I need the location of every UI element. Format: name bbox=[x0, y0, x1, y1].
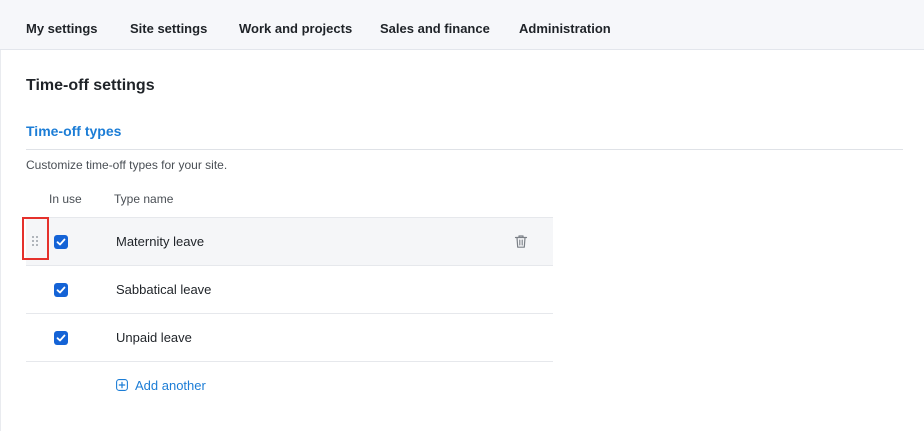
trash-icon[interactable] bbox=[514, 234, 528, 249]
left-border bbox=[0, 50, 1, 431]
nav-sales-and-finance[interactable]: Sales and finance bbox=[380, 0, 490, 50]
nav-my-settings[interactable]: My settings bbox=[26, 0, 98, 50]
section-title: Time-off types bbox=[26, 123, 122, 139]
add-another-label: Add another bbox=[135, 378, 206, 393]
drag-handle-highlight bbox=[22, 217, 49, 260]
type-name: Unpaid leave bbox=[116, 330, 192, 345]
page-title: Time-off settings bbox=[26, 77, 155, 94]
section-description: Customize time-off types for your site. bbox=[26, 158, 228, 172]
table-row: Maternity leave bbox=[26, 218, 553, 266]
type-name: Sabbatical leave bbox=[116, 282, 212, 297]
nav-site-settings[interactable]: Site settings bbox=[130, 0, 207, 50]
plus-square-icon bbox=[116, 379, 128, 391]
top-navigation: My settings Site settings Work and proje… bbox=[0, 0, 924, 50]
in-use-checkbox[interactable] bbox=[54, 235, 68, 249]
column-header-type-name: Type name bbox=[114, 192, 174, 206]
section-divider bbox=[26, 149, 903, 150]
column-header-in-use: In use bbox=[49, 192, 82, 206]
type-name: Maternity leave bbox=[116, 234, 205, 249]
nav-work-and-projects[interactable]: Work and projects bbox=[239, 0, 352, 50]
in-use-checkbox[interactable] bbox=[54, 283, 68, 297]
in-use-checkbox[interactable] bbox=[54, 331, 68, 345]
table-row: Sabbatical leave bbox=[26, 266, 553, 314]
table-row: Unpaid leave bbox=[26, 314, 553, 362]
nav-administration[interactable]: Administration bbox=[519, 0, 611, 50]
